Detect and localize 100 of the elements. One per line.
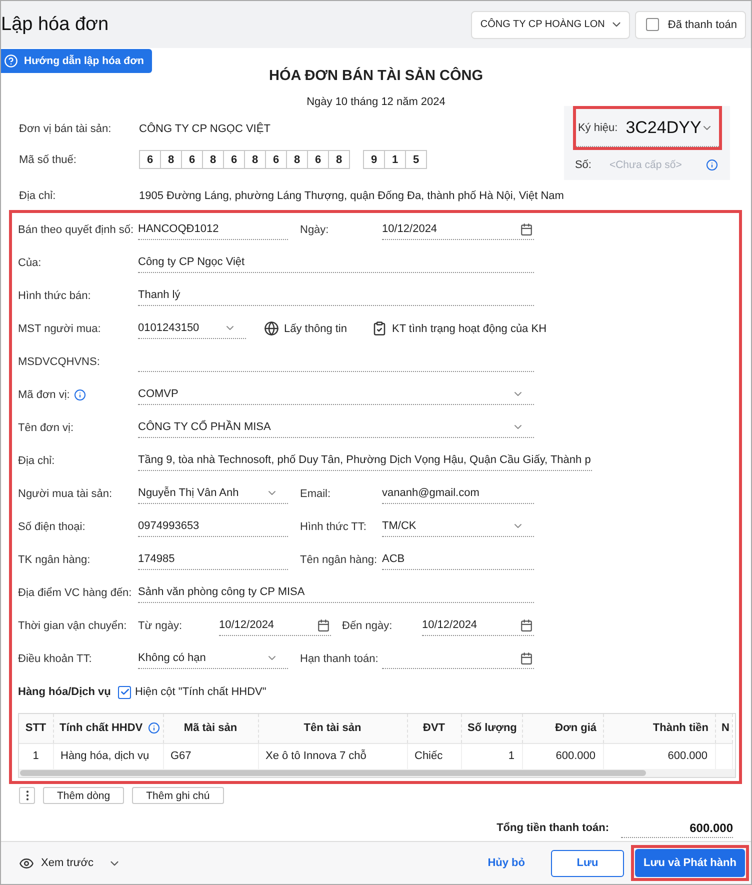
field-label: Tên đơn vị:: [18, 422, 74, 434]
page-title: Lập hóa đơn: [1, 12, 109, 36]
total-value: 600.000: [621, 818, 733, 838]
date-field[interactable]: 10/12/2024: [382, 220, 534, 240]
clipboard-check-icon: [372, 321, 387, 336]
total-label: Tổng tiền thanh toán:: [496, 822, 609, 834]
globe-icon: [264, 321, 279, 336]
guide-button[interactable]: Hướng dẫn lập hóa đơn: [1, 49, 152, 73]
add-button[interactable]: Thêm dòng: [43, 787, 124, 804]
select-field[interactable]: TM/CK: [382, 516, 534, 536]
lookup-link[interactable]: KT tình trạng hoạt động của KH: [372, 321, 547, 336]
select-field[interactable]: Không có hạn: [138, 648, 288, 668]
field-label: Thời gian vận chuyển:: [18, 620, 128, 632]
symbol-select[interactable]: 3C24DYY: [618, 112, 720, 142]
field-label: Ký hiệu:: [578, 122, 618, 134]
field-label: Điều khoản TT:: [18, 652, 92, 664]
column-header: Đơn giá: [522, 714, 603, 743]
checked-checkbox-icon[interactable]: [118, 686, 131, 698]
calendar-icon: [520, 618, 533, 632]
field-label: MSDVCQHVNS:: [18, 356, 100, 368]
column-header: ĐVT: [407, 714, 461, 743]
field-label: Địa chỉ:: [19, 190, 57, 202]
tax-digit: 6: [223, 150, 245, 169]
field-label: Bán theo quyết định số:: [18, 224, 134, 236]
tax-digit: 8: [160, 150, 182, 169]
scrollbar-track[interactable]: [19, 769, 735, 777]
text-field[interactable]: Sảnh văn phòng công ty CP MISA: [138, 582, 534, 602]
column-header-text: Tính chất HHDV: [60, 722, 143, 734]
paid-checkbox[interactable]: Đã thanh toán: [634, 10, 746, 38]
save-publish-button[interactable]: Lưu và Phát hành: [635, 849, 745, 877]
invoice-title: HÓA ĐƠN BÁN TÀI SẢN CÔNG: [268, 67, 484, 85]
section-title: Hàng hóa/Dịch vụ: [18, 686, 112, 698]
select-field[interactable]: COMVP: [138, 384, 534, 404]
text-field[interactable]: Thanh lý: [138, 286, 534, 306]
lookup-link[interactable]: Lấy thông tin: [264, 321, 347, 336]
select-field[interactable]: 0101243150: [138, 318, 246, 338]
eye-icon: [19, 856, 34, 870]
tax-digit: 8: [202, 150, 224, 169]
text-field[interactable]: HANCOQĐ1012: [138, 220, 288, 240]
field-label: Địa điểm VC hàng đến:: [18, 586, 132, 598]
info-icon: [706, 159, 718, 171]
company-select[interactable]: CÔNG TY CP HOÀNG LON: [471, 10, 630, 38]
field-label: Hình thức TT:: [300, 520, 368, 532]
select-field[interactable]: Nguyễn Thị Vân Anh: [138, 484, 288, 504]
field-label: Số:: [574, 159, 592, 171]
field-label: Địa chỉ:: [18, 454, 55, 466]
seller-name: CÔNG TY CP NGỌC VIỆT: [139, 122, 270, 134]
tax-digit: 9: [363, 150, 385, 169]
field-label: MST người mua:: [18, 322, 101, 334]
invoice-date: Ngày 10 tháng 12 năm 2024: [306, 95, 446, 109]
field-label: Số điện thoại:: [18, 520, 86, 532]
tax-digit: 6: [181, 150, 203, 169]
field-label: Email:: [300, 488, 332, 500]
tax-digit: 8: [286, 150, 308, 169]
field-label: Hạn thanh toán:: [300, 652, 380, 664]
more-button[interactable]: [19, 787, 35, 804]
field-label: Từ ngày:: [138, 620, 184, 632]
field-label: Tên ngân hàng:: [300, 554, 378, 566]
column-header: Mã tài sản: [163, 714, 258, 743]
date-field[interactable]: 10/12/2024: [422, 616, 534, 636]
tax-digit: 8: [244, 150, 266, 169]
column-header: STT: [19, 714, 53, 743]
tax-digit: 1: [384, 150, 406, 169]
text-field[interactable]: 0974993653: [138, 516, 288, 536]
checkbox-icon[interactable]: [646, 18, 659, 31]
field-label: Người mua tài sản:: [18, 488, 112, 500]
field-label: Đơn vị bán tài sản:: [19, 122, 112, 134]
text-field[interactable]: Công ty CP Ngọc Việt: [138, 252, 534, 272]
help-icon: [4, 54, 18, 68]
save-button[interactable]: Lưu: [551, 850, 624, 876]
field-label: Mã số thuế:: [19, 154, 78, 166]
text-field[interactable]: Tầng 9, tòa nhà Technosoft, phố Duy Tân, Phường Dịch Vọng Hậu, Quận Cầu Giấy, Thành p: [138, 450, 592, 470]
add-button[interactable]: Thêm ghi chú: [132, 787, 224, 804]
tax-digit: 6: [265, 150, 287, 169]
select-field[interactable]: CÔNG TY CỔ PHẦN MISA: [138, 418, 534, 438]
text-field[interactable]: ACB: [382, 550, 534, 570]
text-field[interactable]: 174985: [138, 550, 288, 570]
date-field[interactable]: 10/12/2024: [219, 616, 331, 636]
field-label: Của:: [18, 256, 42, 268]
tax-digit: 6: [139, 150, 161, 169]
field-label: Hình thức bán:: [18, 290, 91, 302]
tax-digit: 5: [405, 150, 427, 169]
show-column-checkbox[interactable]: Hiện cột "Tính chất HHDV": [118, 686, 266, 698]
preview-button[interactable]: Xem trước: [19, 856, 122, 870]
tax-digit: 8: [328, 150, 350, 169]
field-label: Đến ngày:: [342, 620, 394, 632]
field-label: TK ngân hàng:: [18, 554, 90, 566]
seller-address: 1905 Đường Láng, phường Láng Thượng, quận Đống Đa, thành phố Hà Nội, Việt Nam: [139, 190, 564, 202]
calendar-icon: [520, 652, 533, 664]
text-field[interactable]: vananh@gmail.com: [382, 484, 534, 504]
scrollbar-thumb[interactable]: [20, 770, 646, 776]
column-header: N: [715, 714, 732, 743]
field-label: Ngày:: [300, 224, 330, 236]
field-label: Mã đơn vị:: [18, 388, 70, 400]
column-header: Tên tài sản: [258, 714, 407, 743]
calendar-icon: [520, 222, 533, 236]
tax-digit: 6: [307, 150, 329, 169]
cancel-link[interactable]: Hủy bỏ: [488, 857, 525, 869]
column-header: Số lượng: [461, 714, 522, 743]
calendar-icon: [317, 618, 330, 632]
